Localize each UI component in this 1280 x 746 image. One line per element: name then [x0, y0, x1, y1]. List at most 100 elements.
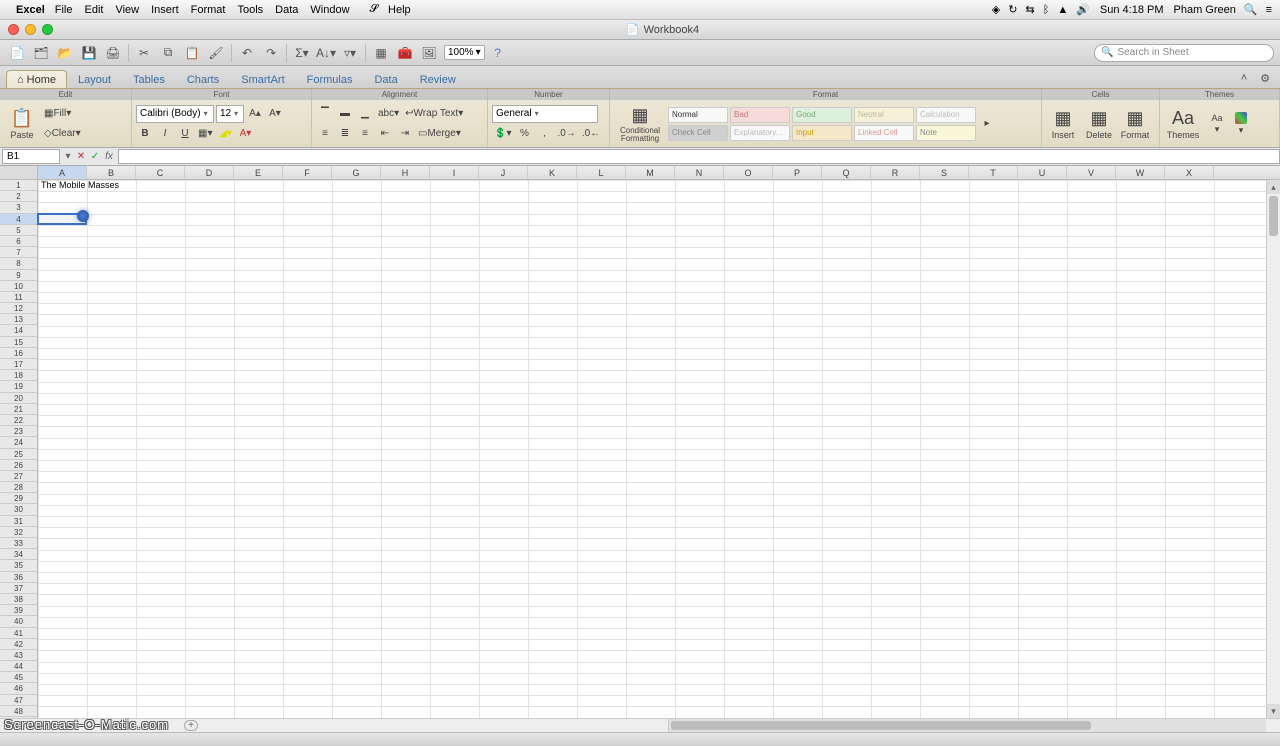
col-header-I[interactable]: I [430, 166, 479, 179]
new-from-template-button[interactable]: 🗂 [30, 43, 52, 63]
row-header-19[interactable]: 19 [0, 381, 37, 392]
row-header-3[interactable]: 3 [0, 202, 37, 213]
media-browser-button[interactable]: 🖼 [418, 43, 440, 63]
zoom-combo[interactable]: 100%▾ [444, 45, 485, 60]
style-bad[interactable]: Bad [730, 107, 790, 123]
col-header-F[interactable]: F [283, 166, 332, 179]
help-button[interactable]: ? [487, 43, 509, 63]
row-header-31[interactable]: 31 [0, 516, 37, 527]
font-color-button[interactable]: A▾ [236, 125, 254, 143]
menu-edit[interactable]: Edit [84, 4, 103, 16]
decrease-indent-button[interactable]: ⇤ [376, 125, 394, 143]
align-top-button[interactable]: ▔ [316, 105, 334, 123]
cut-button[interactable]: ✂ [133, 43, 155, 63]
row-header-44[interactable]: 44 [0, 661, 37, 672]
select-all-corner[interactable] [0, 166, 38, 180]
user-menu[interactable]: Pham Green [1174, 4, 1236, 16]
row-header-22[interactable]: 22 [0, 415, 37, 426]
formula-cancel-button[interactable]: ✕ [74, 151, 88, 162]
row-header-45[interactable]: 45 [0, 672, 37, 683]
style-neutral[interactable]: Neutral [854, 107, 914, 123]
wifi-icon[interactable]: ⇆ [1025, 3, 1034, 16]
italic-button[interactable]: I [156, 125, 174, 143]
style-note[interactable]: Note [916, 125, 976, 141]
row-header-15[interactable]: 15 [0, 337, 37, 348]
col-header-N[interactable]: N [675, 166, 724, 179]
row-header-9[interactable]: 9 [0, 270, 37, 281]
style-explanatory[interactable]: Explanatory... [730, 125, 790, 141]
col-header-E[interactable]: E [234, 166, 283, 179]
row-header-24[interactable]: 24 [0, 437, 37, 448]
undo-button[interactable]: ↶ [236, 43, 258, 63]
tab-review[interactable]: Review [409, 70, 467, 88]
col-header-M[interactable]: M [626, 166, 675, 179]
tab-data[interactable]: Data [363, 70, 408, 88]
row-header-30[interactable]: 30 [0, 504, 37, 515]
col-header-A[interactable]: A [38, 166, 87, 179]
row-header-26[interactable]: 26 [0, 460, 37, 471]
increase-indent-button[interactable]: ⇥ [396, 125, 414, 143]
delete-cells-button[interactable]: ▦Delete [1082, 108, 1116, 140]
bluetooth-icon[interactable]: ᛒ [1043, 4, 1050, 16]
redo-button[interactable]: ↷ [260, 43, 282, 63]
new-workbook-button[interactable]: 📄 [6, 43, 28, 63]
theme-fonts-button[interactable]: Aa▾ [1204, 113, 1230, 135]
dropbox-icon[interactable]: ◈ [992, 3, 1000, 16]
scroll-down-arrow[interactable]: ▾ [1267, 704, 1280, 718]
col-header-R[interactable]: R [871, 166, 920, 179]
tab-home[interactable]: ⌂Home [6, 70, 67, 88]
insert-cells-button[interactable]: ▦Insert [1046, 108, 1080, 140]
row-header-32[interactable]: 32 [0, 527, 37, 538]
row-header-36[interactable]: 36 [0, 572, 37, 583]
underline-button[interactable]: U [176, 125, 194, 143]
currency-button[interactable]: 💲▾ [492, 125, 513, 143]
spotlight-icon[interactable]: 🔍 [1244, 3, 1258, 16]
row-header-37[interactable]: 37 [0, 583, 37, 594]
filter-button[interactable]: ▿▾ [339, 43, 361, 63]
merge-button[interactable]: ▭ Merge ▾ [416, 125, 463, 143]
scroll-up-arrow[interactable]: ▴ [1267, 180, 1280, 194]
menu-tools[interactable]: Tools [237, 4, 263, 16]
row-header-29[interactable]: 29 [0, 493, 37, 504]
row-header-27[interactable]: 27 [0, 471, 37, 482]
align-left-button[interactable]: ≡ [316, 125, 334, 143]
volume-icon[interactable]: 🔊 [1076, 3, 1090, 16]
style-linked-cell[interactable]: Linked Cell [854, 125, 914, 141]
save-button[interactable]: 💾 [78, 43, 100, 63]
hscroll-thumb[interactable] [671, 721, 1091, 730]
menu-window[interactable]: Window [310, 4, 349, 16]
style-calculation[interactable]: Calculation [916, 107, 976, 123]
window-close[interactable] [8, 24, 19, 35]
style-normal[interactable]: Normal [668, 107, 728, 123]
window-zoom[interactable] [42, 24, 53, 35]
sort-button[interactable]: A↓▾ [315, 43, 337, 63]
tab-smartart[interactable]: SmartArt [230, 70, 295, 88]
font-name-combo[interactable]: Calibri (Body)▾ [136, 105, 214, 123]
add-sheet-button[interactable]: + [184, 720, 198, 731]
grow-font-button[interactable]: A▴ [246, 105, 264, 123]
format-cells-button[interactable]: ▦Format [1118, 108, 1152, 140]
row-header-43[interactable]: 43 [0, 650, 37, 661]
col-header-X[interactable]: X [1165, 166, 1214, 179]
theme-colors-button[interactable]: ▾ [1232, 112, 1250, 136]
increase-decimal-button[interactable]: .0→ [555, 125, 577, 143]
menu-file[interactable]: File [55, 4, 73, 16]
comma-button[interactable]: , [535, 125, 553, 143]
notifications-icon[interactable]: ≡ [1266, 4, 1272, 16]
themes-button[interactable]: AaThemes [1164, 108, 1202, 140]
row-header-21[interactable]: 21 [0, 404, 37, 415]
row-header-46[interactable]: 46 [0, 683, 37, 694]
col-header-T[interactable]: T [969, 166, 1018, 179]
row-header-18[interactable]: 18 [0, 370, 37, 381]
row-header-41[interactable]: 41 [0, 628, 37, 639]
horizontal-scrollbar[interactable] [668, 719, 1266, 732]
shrink-font-button[interactable]: A▾ [266, 105, 284, 123]
row-header-33[interactable]: 33 [0, 538, 37, 549]
bold-button[interactable]: B [136, 125, 154, 143]
vscroll-thumb[interactable] [1269, 196, 1278, 236]
print-button[interactable]: 🖨 [102, 43, 124, 63]
row-header-14[interactable]: 14 [0, 325, 37, 336]
paste-button[interactable]: 📋 [181, 43, 203, 63]
col-header-V[interactable]: V [1067, 166, 1116, 179]
conditional-formatting-button[interactable]: ▦Conditional Formatting [614, 105, 666, 143]
